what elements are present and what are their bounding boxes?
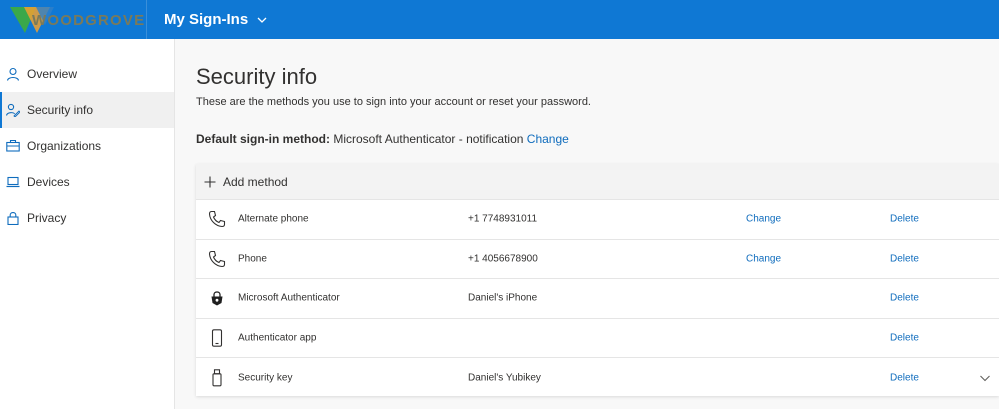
add-method-label: Add method — [223, 174, 288, 189]
default-method-label: Default sign-in method: — [196, 132, 330, 146]
delete-link[interactable]: Delete — [890, 372, 919, 383]
page-title: Security info — [196, 64, 318, 89]
delete-link[interactable]: Delete — [890, 214, 919, 225]
delete-link[interactable]: Delete — [890, 333, 919, 344]
person-icon — [6, 67, 20, 81]
sidebar-item-label: Privacy — [27, 211, 67, 225]
sidebar-item-label: Organizations — [27, 139, 102, 153]
mobile-device-icon — [211, 329, 223, 347]
method-row-authenticator-app: Authenticator app Delete — [196, 317, 999, 358]
chevron-down-icon[interactable] — [979, 372, 991, 384]
header-divider — [146, 0, 147, 39]
briefcase-icon — [6, 139, 20, 152]
method-row-alternate-phone: Alternate phone +1 7748931011 Change Del… — [196, 199, 999, 239]
sidebar-item-organizations[interactable]: Organizations — [0, 128, 174, 164]
authenticator-lock-icon — [211, 291, 223, 306]
method-name: Security key — [238, 372, 293, 384]
method-row-security-key: Security key Daniel's Yubikey Delete — [196, 357, 999, 397]
woodgrove-logo[interactable]: WOODGROVE — [10, 5, 144, 35]
delete-link[interactable]: Delete — [890, 293, 919, 304]
sidebar-item-label: Security info — [27, 103, 94, 117]
phone-icon — [208, 211, 226, 228]
method-detail: Daniel's Yubikey — [468, 372, 541, 384]
method-name: Microsoft Authenticator — [238, 292, 340, 304]
plus-icon — [204, 176, 216, 187]
method-row-phone: Phone +1 4056678900 Change Delete — [196, 238, 999, 279]
lock-icon — [7, 212, 19, 225]
method-row-microsoft-authenticator: Microsoft Authenticator Daniel's iPhone … — [196, 278, 999, 318]
change-link[interactable]: Change — [746, 253, 781, 264]
add-method-button[interactable]: Add method — [196, 164, 999, 199]
method-name: Alternate phone — [238, 213, 309, 225]
app-title: My Sign-Ins — [164, 11, 249, 28]
sidebar-item-label: Devices — [27, 175, 70, 189]
delete-link[interactable]: Delete — [890, 253, 919, 264]
top-bar: WOODGROVE My Sign-Ins — [0, 0, 999, 39]
method-detail: Daniel's iPhone — [468, 292, 538, 304]
page-description: These are the methods you use to sign in… — [196, 96, 591, 108]
method-name: Phone — [238, 253, 267, 265]
default-method-value: Microsoft Authenticator - notification — [333, 132, 524, 146]
change-link[interactable]: Change — [746, 214, 781, 225]
method-detail: +1 7748931011 — [468, 213, 538, 225]
method-detail: +1 4056678900 — [468, 253, 538, 265]
default-sign-in-method: Default sign-in method: Microsoft Authen… — [196, 132, 569, 146]
chevron-down-icon — [257, 17, 267, 23]
sidebar-item-privacy[interactable]: Privacy — [0, 200, 174, 236]
security-info-icon — [6, 103, 20, 117]
security-methods-list: Add method Alternate phone +1 7748931011… — [196, 164, 999, 396]
sidebar-item-devices[interactable]: Devices — [0, 164, 174, 200]
laptop-icon — [6, 176, 20, 188]
logo-text: WOODGROVE — [32, 12, 146, 29]
usb-key-icon — [212, 368, 222, 387]
sidebar-item-label: Overview — [27, 67, 78, 81]
sidebar-nav: Overview Security info Organizations Dev… — [0, 39, 175, 409]
change-default-method-link[interactable]: Change — [527, 132, 569, 146]
method-name: Authenticator app — [238, 332, 317, 344]
app-switcher[interactable]: My Sign-Ins — [164, 0, 268, 39]
sidebar-item-overview[interactable]: Overview — [0, 56, 174, 92]
phone-icon — [208, 250, 226, 267]
sidebar-item-security-info[interactable]: Security info — [0, 92, 174, 128]
